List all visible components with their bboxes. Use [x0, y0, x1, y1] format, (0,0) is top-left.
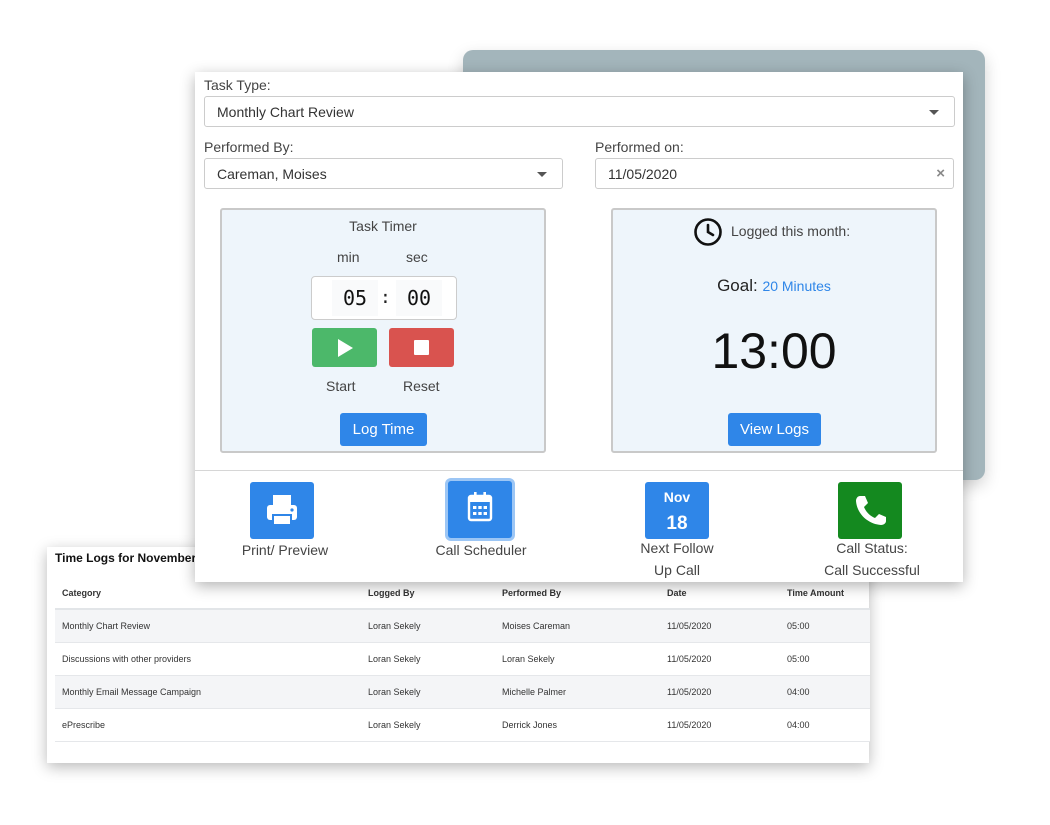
- goal-label: Goal:: [717, 276, 758, 295]
- next-follow-up-label-line1: Next Follow: [640, 540, 714, 556]
- stop-icon: [414, 340, 429, 355]
- cell-logged-by: Loran Sekely: [361, 642, 495, 676]
- cell-performed-by: Michelle Palmer: [495, 675, 660, 709]
- log-time-button[interactable]: Log Time: [340, 413, 427, 446]
- call-scheduler-button[interactable]: [448, 481, 512, 538]
- call-status-label-line1: Call Status:: [836, 540, 908, 556]
- table-row[interactable]: Monthly Chart Review Loran Sekely Moises…: [55, 609, 870, 643]
- cell-date: 11/05/2020: [660, 708, 780, 742]
- call-scheduler-label: Call Scheduler: [435, 542, 527, 558]
- next-follow-up-month: Nov: [663, 489, 691, 505]
- goal-line: Goal: 20 Minutes: [613, 276, 935, 296]
- cell-performed-by: Loran Sekely: [495, 642, 660, 676]
- table-row[interactable]: Discussions with other providers Loran S…: [55, 642, 870, 676]
- minutes-unit-label: min: [337, 249, 360, 265]
- next-follow-up-day: 18: [666, 513, 688, 534]
- calendar-icon: [467, 492, 493, 522]
- performed-on-label: Performed on:: [595, 139, 684, 155]
- performed-on-date-field[interactable]: 11/05/2020 ×: [595, 158, 954, 189]
- task-type-select[interactable]: Monthly Chart Review: [204, 96, 955, 127]
- table-row[interactable]: ePrescribe Loran Sekely Derrick Jones 11…: [55, 708, 870, 742]
- cell-performed-by: Moises Careman: [495, 609, 660, 643]
- clock-icon: [694, 218, 722, 246]
- start-label: Start: [326, 378, 356, 394]
- cell-time-amount: 04:00: [780, 708, 870, 742]
- call-status-label: Call Status: Call Successful: [807, 537, 937, 581]
- logged-this-month-panel: Logged this month: Goal: 20 Minutes 13:0…: [611, 208, 937, 453]
- time-logs-title: Time Logs for November: [55, 551, 197, 565]
- timer-display: 05 : 00: [311, 276, 457, 320]
- seconds-unit-label: sec: [406, 249, 428, 265]
- cell-logged-by: Loran Sekely: [361, 708, 495, 742]
- table-row[interactable]: Monthly Email Message Campaign Loran Sek…: [55, 675, 870, 709]
- next-follow-up-label: Next Follow Up Call: [622, 537, 732, 581]
- task-timer-title: Task Timer: [349, 218, 417, 234]
- cell-category: Monthly Email Message Campaign: [55, 675, 361, 709]
- print-preview-label: Print/ Preview: [241, 542, 329, 558]
- cell-date: 11/05/2020: [660, 609, 780, 643]
- time-separator: :: [380, 287, 391, 308]
- phone-icon: [856, 496, 886, 525]
- logged-total-time: 13:00: [711, 323, 837, 379]
- cell-time-amount: 04:00: [780, 675, 870, 709]
- performed-by-label: Performed By:: [204, 139, 294, 155]
- performed-by-value: Careman, Moises: [217, 166, 327, 182]
- clear-date-icon[interactable]: ×: [936, 165, 945, 182]
- cell-date: 11/05/2020: [660, 675, 780, 709]
- play-icon: [338, 339, 353, 357]
- reset-button[interactable]: [389, 328, 454, 367]
- performed-by-select[interactable]: Careman, Moises: [204, 158, 563, 189]
- task-type-label: Task Type:: [204, 77, 271, 93]
- cell-time-amount: 05:00: [780, 609, 870, 643]
- stage: Time Logs for November Category Logged B…: [0, 0, 1050, 825]
- chevron-down-icon: [929, 110, 939, 115]
- print-preview-button[interactable]: [250, 482, 314, 539]
- goal-value: 20 Minutes: [762, 278, 831, 294]
- cell-category: ePrescribe: [55, 708, 361, 742]
- logged-this-month-title: Logged this month:: [731, 223, 851, 239]
- cell-category: Discussions with other providers: [55, 642, 361, 676]
- cell-performed-by: Derrick Jones: [495, 708, 660, 742]
- cell-logged-by: Loran Sekely: [361, 675, 495, 709]
- start-button[interactable]: [312, 328, 377, 367]
- next-follow-up-label-line2: Up Call: [654, 562, 700, 578]
- reset-label: Reset: [403, 378, 440, 394]
- seconds-input[interactable]: 00: [396, 280, 442, 316]
- minutes-input[interactable]: 05: [332, 280, 378, 316]
- next-follow-up-date-button[interactable]: Nov 18: [645, 482, 709, 539]
- view-logs-button[interactable]: View Logs: [728, 413, 821, 446]
- cell-date: 11/05/2020: [660, 642, 780, 676]
- task-timer-panel: Task Timer min sec 05 : 00 Start Reset L…: [220, 208, 546, 453]
- printer-icon: [267, 495, 297, 526]
- time-logs-table: Category Logged By Performed By Date Tim…: [55, 577, 870, 742]
- cell-category: Monthly Chart Review: [55, 609, 361, 643]
- cell-logged-by: Loran Sekely: [361, 609, 495, 643]
- divider: [195, 470, 963, 471]
- performed-on-value: 11/05/2020: [608, 166, 678, 182]
- call-status-label-line2: Call Successful: [824, 562, 920, 578]
- call-status-button[interactable]: [838, 482, 902, 539]
- task-type-value: Monthly Chart Review: [217, 104, 354, 120]
- chevron-down-icon: [537, 172, 547, 177]
- cell-time-amount: 05:00: [780, 642, 870, 676]
